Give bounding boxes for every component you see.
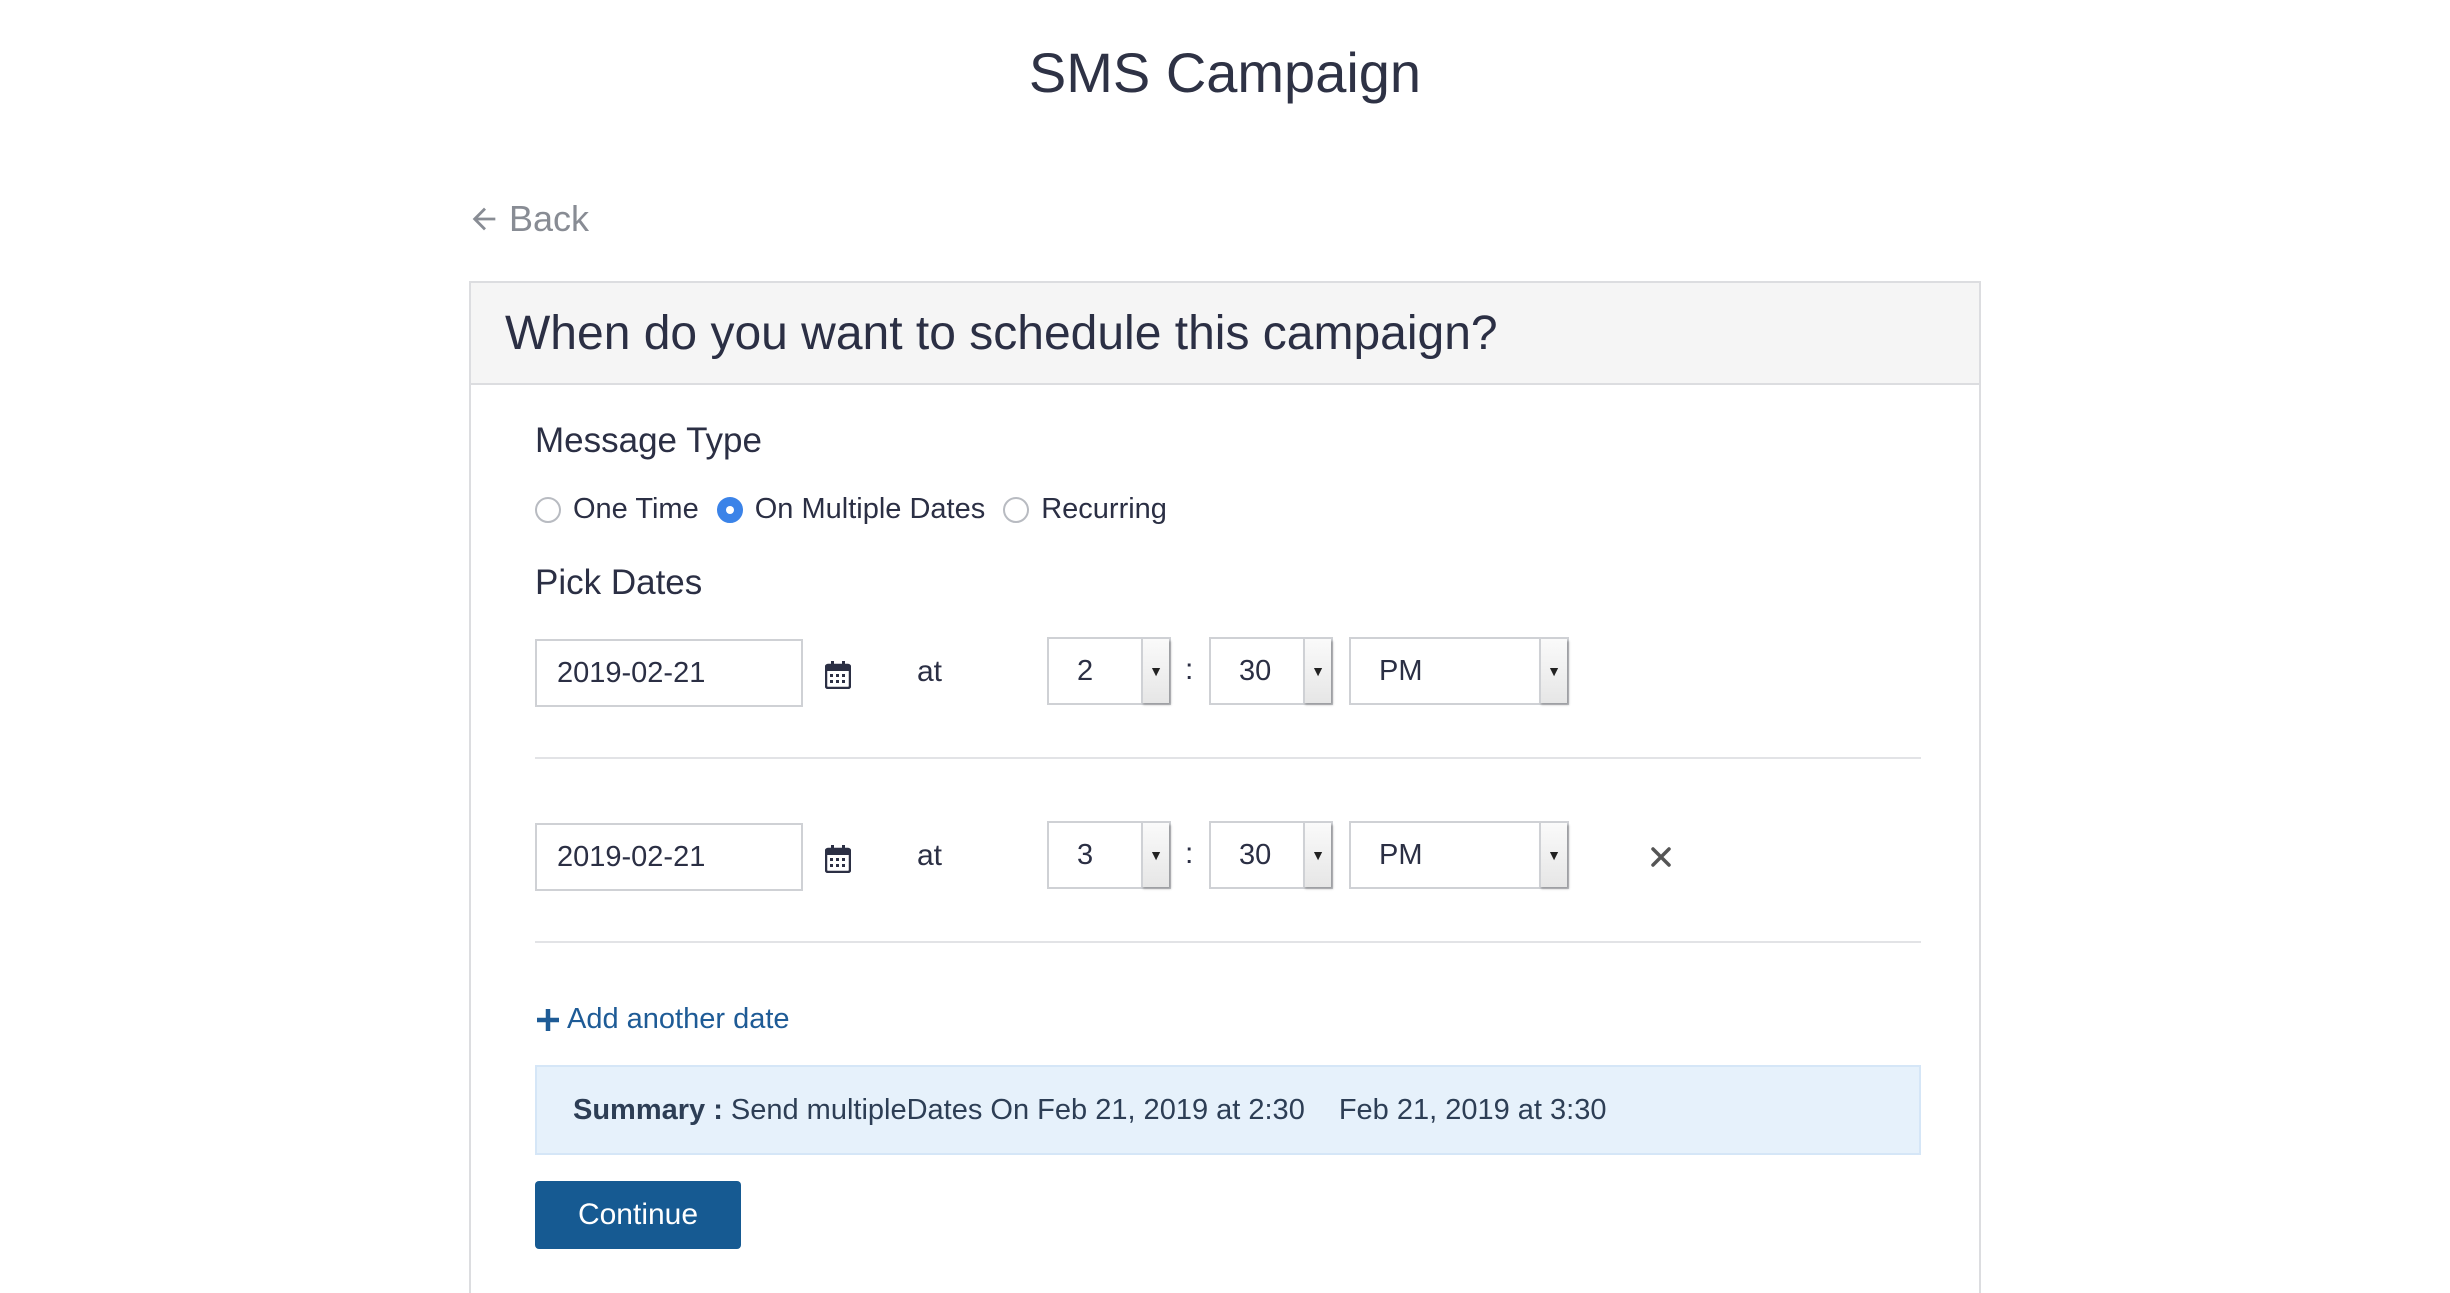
pick-dates-label: Pick Dates: [535, 563, 703, 602]
radio-label: One Time: [573, 493, 699, 525]
radio-recurring[interactable]: Recurring: [1003, 493, 1167, 526]
caret-down-icon[interactable]: ▼: [1539, 823, 1567, 887]
radio-label: On Multiple Dates: [754, 493, 986, 525]
schedule-card: When do you want to schedule this campai…: [469, 281, 1981, 1293]
arrow-left-icon: [472, 207, 496, 231]
minute-value: 30: [1239, 838, 1272, 871]
summary-box: Summary : Send multipleDates On Feb 21, …: [535, 1065, 1921, 1155]
caret-down-icon[interactable]: ▼: [1141, 639, 1169, 703]
minute-select[interactable]: 30 ▼: [1209, 821, 1333, 889]
summary-text-second: Feb 21, 2019 at 3:30: [1338, 1093, 1607, 1126]
minute-value: 30: [1239, 654, 1272, 687]
at-label: at: [917, 655, 943, 688]
time-separator: :: [1185, 837, 1194, 870]
close-icon[interactable]: [1647, 843, 1675, 871]
message-type-radio-group: One Time On Multiple Dates Recurring: [535, 493, 1185, 526]
divider: [535, 757, 1921, 759]
caret-down-icon[interactable]: ▼: [1303, 823, 1331, 887]
caret-down-icon[interactable]: ▼: [1539, 639, 1567, 703]
time-separator: :: [1185, 653, 1194, 686]
hour-select[interactable]: 3 ▼: [1047, 821, 1171, 889]
radio-multiple-dates[interactable]: On Multiple Dates: [716, 493, 986, 526]
date-input[interactable]: 2019-02-21: [535, 639, 803, 707]
caret-down-icon[interactable]: ▼: [1303, 639, 1331, 703]
page-title: SMS Campaign: [1028, 41, 1422, 104]
continue-button[interactable]: Continue: [535, 1181, 741, 1249]
caret-down-icon[interactable]: ▼: [1141, 823, 1169, 887]
hour-select[interactable]: 2 ▼: [1047, 637, 1171, 705]
at-label: at: [917, 839, 943, 872]
card-header: When do you want to schedule this campai…: [471, 283, 1979, 385]
hour-value: 2: [1077, 654, 1094, 687]
add-another-date-link[interactable]: Add another date: [535, 1003, 790, 1036]
radio-one-time[interactable]: One Time: [535, 493, 699, 526]
radio-button[interactable]: [1003, 496, 1030, 523]
period-value: PM: [1379, 838, 1423, 871]
plus-icon: [537, 1008, 559, 1031]
summary-label: Summary :: [573, 1093, 723, 1126]
calendar-icon[interactable]: [825, 661, 851, 689]
radio-label: Recurring: [1041, 493, 1167, 525]
minute-select[interactable]: 30 ▼: [1209, 637, 1333, 705]
date-row: 2019-02-21 at 3 ▼ : 30 ▼ PM ▼: [535, 821, 1921, 893]
hour-value: 3: [1077, 838, 1094, 871]
radio-button[interactable]: [716, 496, 743, 523]
back-label: Back: [509, 198, 590, 239]
date-input[interactable]: 2019-02-21: [535, 823, 803, 891]
period-select[interactable]: PM ▼: [1349, 637, 1569, 705]
divider: [535, 941, 1921, 943]
period-select[interactable]: PM ▼: [1349, 821, 1569, 889]
card-heading: When do you want to schedule this campai…: [505, 306, 1498, 360]
summary-text: Send multipleDates On Feb 21, 2019 at 2:…: [730, 1093, 1305, 1126]
date-row: 2019-02-21 at 2 ▼ : 30 ▼ PM ▼: [535, 637, 1921, 709]
calendar-icon[interactable]: [825, 845, 851, 873]
message-type-label: Message Type: [535, 421, 762, 460]
add-another-date-label: Add another date: [567, 1003, 790, 1035]
period-value: PM: [1379, 654, 1423, 687]
radio-button[interactable]: [535, 496, 561, 523]
back-link[interactable]: Back: [467, 198, 589, 240]
